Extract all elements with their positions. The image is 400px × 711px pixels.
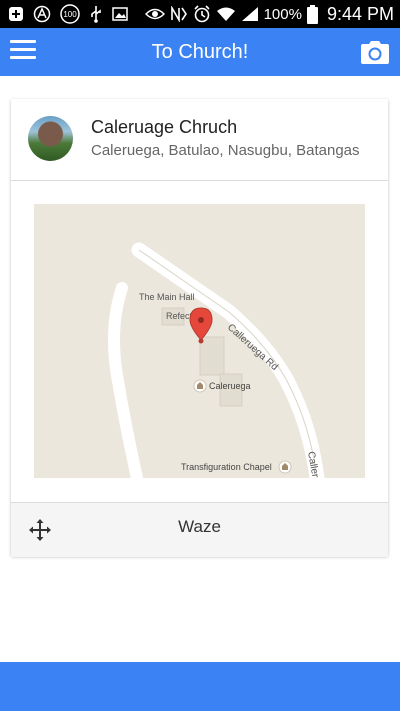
church-card-header[interactable]: Caleruage Chruch Caleruega, Batulao, Nas… — [11, 99, 388, 181]
menu-icon-line — [10, 56, 36, 59]
eye-icon — [144, 7, 165, 21]
nfc-icon — [170, 6, 188, 22]
bottom-bar — [0, 662, 400, 711]
wifi-icon — [216, 6, 236, 22]
map-label-caleruega: Caleruega — [209, 381, 251, 391]
building — [199, 336, 225, 376]
signal-icon — [241, 6, 259, 22]
status-bar: 100 100% 9:44 PM — [0, 0, 400, 28]
road-edge — [138, 249, 318, 478]
autofill-icon — [33, 5, 51, 23]
menu-icon-line — [10, 40, 36, 43]
church-card: Caleruage Chruch Caleruega, Batulao, Nas… — [11, 99, 388, 557]
image-icon — [112, 6, 128, 22]
menu-button[interactable] — [10, 40, 36, 64]
clock: 9:44 PM — [326, 3, 394, 24]
svg-text:100: 100 — [63, 10, 77, 19]
app-title: To Church! — [151, 41, 249, 63]
church-avatar — [28, 116, 73, 161]
map-view[interactable]: The Main Hall Refecto Calleruega Rd Call… — [34, 204, 365, 478]
move-icon — [29, 519, 51, 541]
app-bar: To Church! — [0, 28, 400, 76]
church-name: Caleruage Chruch — [91, 117, 238, 137]
menu-icon-line — [10, 48, 36, 51]
alarm-icon — [193, 5, 211, 23]
camera-icon — [361, 41, 389, 64]
camera-button[interactable] — [360, 38, 390, 66]
map-label-main-hall: The Main Hall — [139, 292, 195, 302]
battery-percent: 100% — [263, 5, 302, 23]
add-icon — [8, 6, 24, 22]
usb-icon — [89, 5, 103, 23]
church-address: Caleruega, Batulao, Nasugbu, Batangas — [91, 142, 360, 159]
waze-label: Waze — [178, 517, 221, 536]
road-west — [108, 282, 143, 478]
map-label-chapel: Transfiguration Chapel — [181, 462, 272, 472]
status-bar-left: 100 — [8, 4, 128, 24]
battery-icon — [306, 4, 318, 24]
notification-count-badge: 100 — [60, 4, 80, 24]
status-bar-right: 100% 9:44 PM — [144, 3, 394, 24]
waze-button[interactable]: Waze — [11, 502, 388, 557]
road-calleruega — [131, 242, 325, 478]
